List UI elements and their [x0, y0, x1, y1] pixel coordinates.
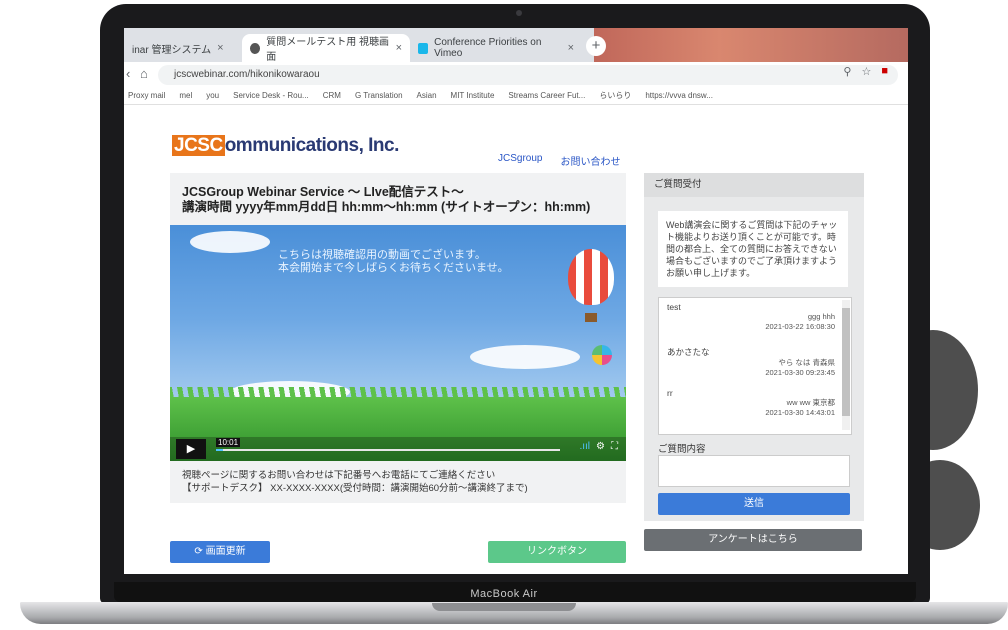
bookmark-item[interactable]: you — [206, 88, 219, 104]
question-input-label: ご質問内容 — [658, 444, 706, 455]
address-bar[interactable]: jcscwebinar.com/hikonikowaraou — [158, 65, 898, 85]
chat-scroll-thumb[interactable] — [842, 308, 850, 416]
bookmark-item[interactable]: G Translation — [355, 88, 403, 104]
logo-mark: JCSC — [172, 135, 225, 156]
tab-viewing-page[interactable]: 質問メールテスト用 視聴画面 × — [242, 34, 410, 63]
laptop-notch — [432, 603, 576, 611]
tab-bar-background — [594, 28, 908, 62]
support-info: 視聴ページに関するお問い合わせは下記番号へお電話にてご連絡ください 【サポートデ… — [182, 469, 528, 495]
bookmark-item[interactable]: らいらり — [599, 88, 631, 104]
chat-message-time: 2021-03-22 16:08:30 — [765, 322, 835, 331]
tab-label: inar 管理システム — [132, 44, 212, 56]
survey-button[interactable]: アンケートはこちら — [644, 529, 862, 551]
extension-icon[interactable]: ■ — [881, 65, 888, 78]
question-input[interactable] — [658, 455, 850, 487]
laptop-screen: inar 管理システム × 質問メールテスト用 視聴画面 × Conferenc… — [124, 28, 908, 574]
chat-log[interactable]: test ggg hhh 2021-03-22 16:08:30 あかさたな や… — [658, 297, 852, 435]
url-text: jcscwebinar.com/hikonikowaraou — [174, 69, 320, 80]
chat-message-text: test — [667, 302, 681, 312]
chat-message-text: rr — [667, 388, 673, 398]
question-panel: ご質問受付 Web講演会に関するご質問は下記のチャット機能よりお送り頂くことが可… — [644, 173, 864, 521]
event-title-line2: 講演時間 yyyy年mm月dd日 hh:mm～hh:mm (サイトオープン：hh… — [182, 200, 591, 214]
event-title: JCSGroup Webinar Service ～ LIve配信テスト～ 講演… — [182, 185, 590, 215]
company-logo: JCSC ommunications, Inc. — [172, 135, 399, 157]
fullscreen-icon[interactable]: ⛶ — [611, 441, 618, 452]
video-controls: ▶ 10:01 .ııl ⚙ ⛶ — [170, 437, 626, 461]
camera-icon — [516, 10, 522, 16]
settings-icon[interactable]: ⚙ — [596, 441, 605, 452]
chat-message: rr ww ww 東京都 2021-03-30 14:43:01 — [667, 388, 835, 418]
chat-message-text: あかさたな — [667, 347, 710, 357]
chat-message-author: やら なは 青森県 — [778, 358, 835, 367]
send-button[interactable]: 送信 — [658, 493, 850, 515]
browser-toolbar: ‹ ⌂ jcscwebinar.com/hikonikowaraou ⚲ ☆ ■ — [124, 62, 908, 88]
video-message-line2: 本会開始まで今しばらくお待ちくださいませ。 — [278, 262, 509, 274]
player-icons: .ııl ⚙ ⛶ — [579, 441, 618, 452]
browser-tab-bar: inar 管理システム × 質問メールテスト用 視聴画面 × Conferenc… — [124, 28, 908, 63]
close-tab-icon[interactable]: × — [217, 42, 223, 54]
logo-text: ommunications, Inc. — [224, 135, 400, 156]
bookmark-item[interactable]: Service Desk - Rou... — [233, 88, 309, 104]
tab-vimeo[interactable]: Conference Priorities on Vimeo × — [410, 34, 582, 62]
new-tab-button[interactable]: + — [586, 36, 606, 56]
timecode: 10:01 — [216, 438, 241, 447]
bookmarks-bar: Proxy mail mel you Service Desk - Rou... CRM… — [124, 88, 908, 105]
support-line2: 【サポートデスク】 XX-XXXX-XXXX(受付時間：講演開始60分前～講演終… — [182, 483, 528, 494]
vimeo-icon — [418, 42, 429, 54]
video-player[interactable]: こちらは視聴確認用の動画でございます。 本会開始まで今しばらくお待ちくださいませ… — [170, 225, 626, 461]
globe-icon — [250, 42, 261, 54]
bookmark-item[interactable]: CRM — [323, 88, 341, 104]
support-line1: 視聴ページに関するお問い合わせは下記番号へお電話にてご連絡ください — [182, 470, 496, 481]
chat-message-time: 2021-03-30 09:23:45 — [765, 368, 835, 377]
bookmark-item[interactable]: Asian — [417, 88, 437, 104]
header-links: JCSgroup お問い合わせ — [498, 153, 620, 168]
back-icon[interactable]: ‹ — [126, 66, 130, 81]
play-button[interactable]: ▶ — [176, 439, 206, 459]
bookmark-item[interactable]: Streams Career Fut... — [508, 88, 585, 104]
bookmark-item[interactable]: mel — [179, 88, 192, 104]
video-message: こちらは視聴確認用の動画でございます。 本会開始まで今しばらくお待ちくださいませ… — [278, 249, 509, 275]
chat-message-author: ww ww 東京都 — [786, 398, 835, 407]
volume-icon[interactable]: .ııl — [579, 441, 590, 452]
progress-bar[interactable] — [216, 449, 560, 451]
device-label: MacBook Air — [470, 588, 538, 600]
video-message-line1: こちらは視聴確認用の動画でございます。 — [278, 249, 486, 261]
hot-air-balloon — [568, 249, 614, 305]
balloon-basket — [585, 313, 597, 322]
close-tab-icon[interactable]: × — [568, 42, 574, 54]
logo-flower — [592, 345, 612, 365]
question-notice: Web講演会に関するご質問は下記のチャット機能よりお送り頂くことが可能です。時間… — [658, 211, 848, 287]
tab-label: 質問メールテスト用 視聴画面 — [266, 37, 389, 63]
toolbar-icons: ⚲ ☆ ■ — [843, 65, 888, 78]
zoom-icon[interactable]: ⚲ — [843, 65, 851, 78]
question-panel-header: ご質問受付 — [644, 173, 864, 197]
chat-message-time: 2021-03-30 14:43:01 — [765, 408, 835, 417]
link-button[interactable]: リンクボタン — [488, 541, 626, 563]
progress-fill — [216, 449, 223, 451]
star-icon[interactable]: ☆ — [861, 65, 871, 78]
event-title-line1: JCSGroup Webinar Service ～ LIve配信テスト～ — [182, 185, 464, 199]
video-panel: JCSGroup Webinar Service ～ LIve配信テスト～ 講演… — [170, 173, 626, 503]
webinar-page: JCSC ommunications, Inc. JCSgroup お問い合わせ … — [124, 105, 908, 574]
chat-message-author: ggg hhh — [807, 312, 835, 321]
bookmark-item[interactable]: Proxy mail — [128, 88, 165, 104]
home-icon[interactable]: ⌂ — [140, 66, 148, 81]
contact-link[interactable]: お問い合わせ — [560, 153, 620, 168]
close-tab-icon[interactable]: × — [396, 42, 402, 54]
tab-admin[interactable]: inar 管理システム × — [124, 34, 242, 62]
bookmark-item[interactable]: https://vvva dnsw... — [645, 88, 713, 104]
bookmark-item[interactable]: MIT Institute — [451, 88, 495, 104]
refresh-button[interactable]: ⟳ 画面更新 — [170, 541, 270, 563]
chat-message: test ggg hhh 2021-03-22 16:08:30 — [667, 302, 835, 332]
jcsgroup-link[interactable]: JCSgroup — [498, 153, 542, 168]
tab-label: Conference Priorities on Vimeo — [434, 37, 542, 59]
cloud — [470, 345, 580, 369]
cloud — [190, 231, 270, 253]
chat-message: あかさたな やら なは 青森県 2021-03-30 09:23:45 — [667, 346, 835, 378]
